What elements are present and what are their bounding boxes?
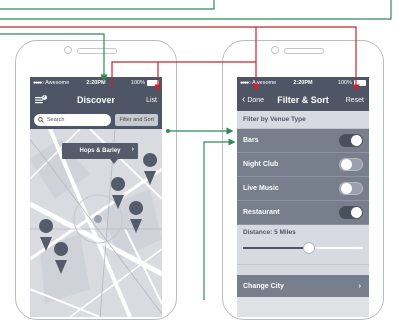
map-pin-icon[interactable] bbox=[111, 177, 126, 209]
flow-line-green bbox=[0, 0, 215, 10]
search-placeholder: Search bbox=[47, 117, 65, 123]
phone-discover: ●●●●○ Awesome 2:20PM 100% 2 Discover Lis… bbox=[15, 40, 177, 320]
filter-label: Restaurant bbox=[243, 209, 280, 216]
camera-icon bbox=[271, 46, 279, 54]
section-spacer bbox=[237, 265, 369, 275]
map-pin-icon[interactable] bbox=[129, 201, 144, 233]
filter-row-night-club: Night Club bbox=[237, 153, 369, 177]
map-pin-icon[interactable] bbox=[39, 219, 54, 251]
battery-icon bbox=[354, 80, 366, 86]
list-button[interactable]: List bbox=[146, 97, 157, 104]
camera-icon bbox=[64, 46, 72, 54]
search-icon bbox=[38, 117, 44, 123]
notification-badge: 2 bbox=[43, 94, 46, 99]
filter-navbar: ‹ Done Filter & Sort Reset bbox=[237, 89, 369, 111]
status-bar: ●●●●○ Awesome 2:20PM 100% bbox=[30, 77, 162, 89]
speaker-icon bbox=[77, 48, 117, 54]
filter-row-live-music: Live Music bbox=[237, 177, 369, 201]
chevron-right-icon: › bbox=[358, 282, 361, 290]
distance-slider[interactable] bbox=[243, 242, 363, 254]
toggle-knob bbox=[351, 135, 362, 146]
distance-section: Distance: 5 Miles bbox=[237, 225, 369, 265]
battery-level: 100% bbox=[337, 80, 352, 86]
signal-icon: ●●●●○ bbox=[240, 80, 251, 86]
map-view[interactable]: Hops & Barley › bbox=[30, 129, 162, 317]
filter-label: Bars bbox=[243, 137, 259, 144]
map-pins bbox=[39, 153, 158, 274]
status-bar: ●●●●○ Awesome 2:20PM 100% bbox=[237, 77, 369, 89]
toggle-switch[interactable] bbox=[339, 206, 363, 219]
menu-button[interactable]: 2 bbox=[35, 94, 47, 105]
filter-row-bars: Bars bbox=[237, 129, 369, 153]
done-label: Done bbox=[247, 96, 265, 104]
battery-level: 100% bbox=[130, 80, 145, 86]
reset-button[interactable]: Reset bbox=[346, 97, 364, 104]
filter-label: Live Music bbox=[243, 185, 279, 192]
change-city-row[interactable]: Change City › bbox=[237, 275, 369, 297]
status-time: 2:20PM bbox=[293, 80, 313, 86]
flow-line-green bbox=[0, 0, 392, 20]
toggle-knob bbox=[341, 183, 352, 194]
map-pin-icon[interactable] bbox=[54, 242, 69, 274]
carrier-name: Awesome bbox=[45, 80, 70, 86]
map-pin-icon[interactable] bbox=[143, 153, 158, 185]
chevron-left-icon: ‹ bbox=[242, 94, 246, 105]
filter-row-restaurant: Restaurant bbox=[237, 201, 369, 225]
done-button[interactable]: ‹ Done bbox=[242, 94, 265, 105]
battery-icon bbox=[147, 80, 159, 86]
toggle-knob bbox=[341, 159, 352, 170]
page-title: Discover bbox=[76, 95, 116, 105]
signal-icon: ●●●●○ bbox=[33, 80, 44, 86]
status-time: 2:20PM bbox=[86, 80, 106, 86]
search-row: Search Filter and Sort bbox=[30, 111, 162, 129]
toggle-switch[interactable] bbox=[339, 182, 363, 195]
slider-fill bbox=[243, 247, 309, 249]
discover-screen: ●●●●○ Awesome 2:20PM 100% 2 Discover Lis… bbox=[30, 77, 162, 317]
filter-and-sort-button[interactable]: Filter and Sort bbox=[115, 114, 158, 126]
distance-label: Distance: 5 Miles bbox=[243, 229, 296, 236]
toggle-knob bbox=[351, 207, 362, 218]
toggle-switch[interactable] bbox=[339, 158, 363, 171]
filter-screen: ●●●●○ Awesome 2:20PM 100% ‹ Done Filter … bbox=[237, 77, 369, 317]
speaker-icon bbox=[284, 48, 324, 54]
search-input[interactable]: Search bbox=[34, 114, 112, 126]
section-title: Filter by Venue Type bbox=[237, 111, 369, 129]
change-city-label: Change City bbox=[243, 282, 284, 290]
slider-thumb[interactable] bbox=[303, 242, 315, 254]
carrier-name: Awesome bbox=[252, 80, 277, 86]
toggle-switch[interactable] bbox=[339, 134, 363, 147]
discover-navbar: 2 Discover List bbox=[30, 89, 162, 111]
filter-label: Night Club bbox=[243, 161, 279, 168]
phone-filter: ●●●●○ Awesome 2:20PM 100% ‹ Done Filter … bbox=[222, 40, 384, 320]
